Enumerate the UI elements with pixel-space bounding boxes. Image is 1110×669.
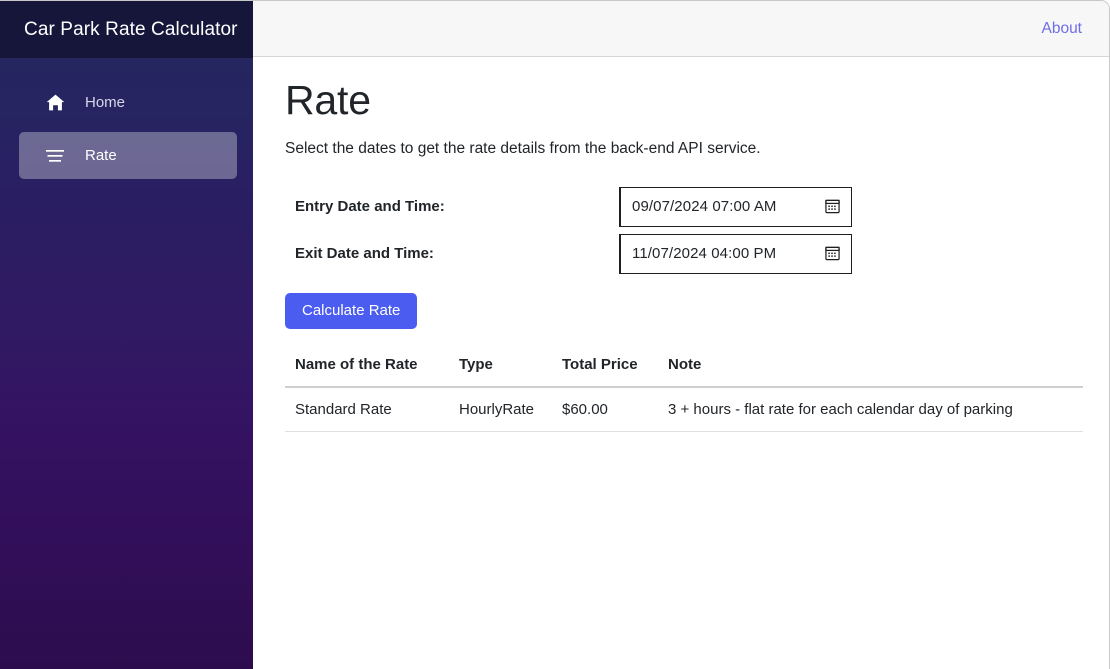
column-header-name: Name of the Rate <box>285 356 459 389</box>
page-title: Rate <box>285 77 371 123</box>
sidebar-item-home-label: Home <box>85 94 126 111</box>
exit-date-input[interactable]: 11/07/2024 04:00 PM <box>619 233 852 274</box>
calendar-icon[interactable] <box>821 243 843 265</box>
column-header-price: Total Price <box>562 356 668 389</box>
entry-date-row: Entry Date and Time: 09/07/2024 07:00 AM <box>285 183 1087 230</box>
page-content: Rate Select the dates to get the rate de… <box>253 57 1109 669</box>
main-area: About Rate Select the dates to get the r… <box>253 1 1109 669</box>
brand-header: Car Park Rate Calculator <box>0 1 253 58</box>
app-window: Car Park Rate Calculator Home Rate About… <box>0 0 1110 669</box>
calendar-icon[interactable] <box>821 196 843 218</box>
entry-date-value: 09/07/2024 07:00 AM <box>632 198 777 216</box>
page-subtitle: Select the dates to get the rate details… <box>285 140 761 158</box>
cell-rate-name: Standard Rate <box>285 387 459 433</box>
table-row: Standard Rate HourlyRate $60.00 3 + hour… <box>285 387 1083 433</box>
sidebar-item-rate[interactable]: Rate <box>19 132 237 179</box>
cell-note: 3 + hours - flat rate for each calendar … <box>668 387 1083 433</box>
about-link[interactable]: About <box>1041 20 1082 38</box>
column-header-note: Note <box>668 356 1083 389</box>
column-header-type: Type <box>459 356 562 389</box>
brand-title: Car Park Rate Calculator <box>24 18 238 40</box>
sidebar-item-rate-label: Rate <box>85 147 117 164</box>
top-bar: About <box>253 1 1109 57</box>
sidebar-nav: Home Rate <box>0 58 253 179</box>
cell-total-price: $60.00 <box>562 387 668 433</box>
exit-date-row: Exit Date and Time: 11/07/2024 04:00 PM <box>285 230 1087 277</box>
sidebar: Car Park Rate Calculator Home Rate <box>0 1 253 669</box>
entry-date-input[interactable]: 09/07/2024 07:00 AM <box>619 186 852 227</box>
entry-date-label: Entry Date and Time: <box>295 198 445 216</box>
home-icon <box>44 93 66 113</box>
calculate-rate-button[interactable]: Calculate Rate <box>285 293 418 330</box>
cell-rate-type: HourlyRate <box>459 387 562 433</box>
exit-date-label: Exit Date and Time: <box>295 245 434 263</box>
sidebar-item-home[interactable]: Home <box>19 79 237 126</box>
rate-results-table: Name of the Rate Type Total Price Note S… <box>285 356 1083 433</box>
list-icon <box>44 146 66 166</box>
exit-date-value: 11/07/2024 04:00 PM <box>632 245 777 263</box>
table-header-row: Name of the Rate Type Total Price Note <box>285 356 1083 389</box>
